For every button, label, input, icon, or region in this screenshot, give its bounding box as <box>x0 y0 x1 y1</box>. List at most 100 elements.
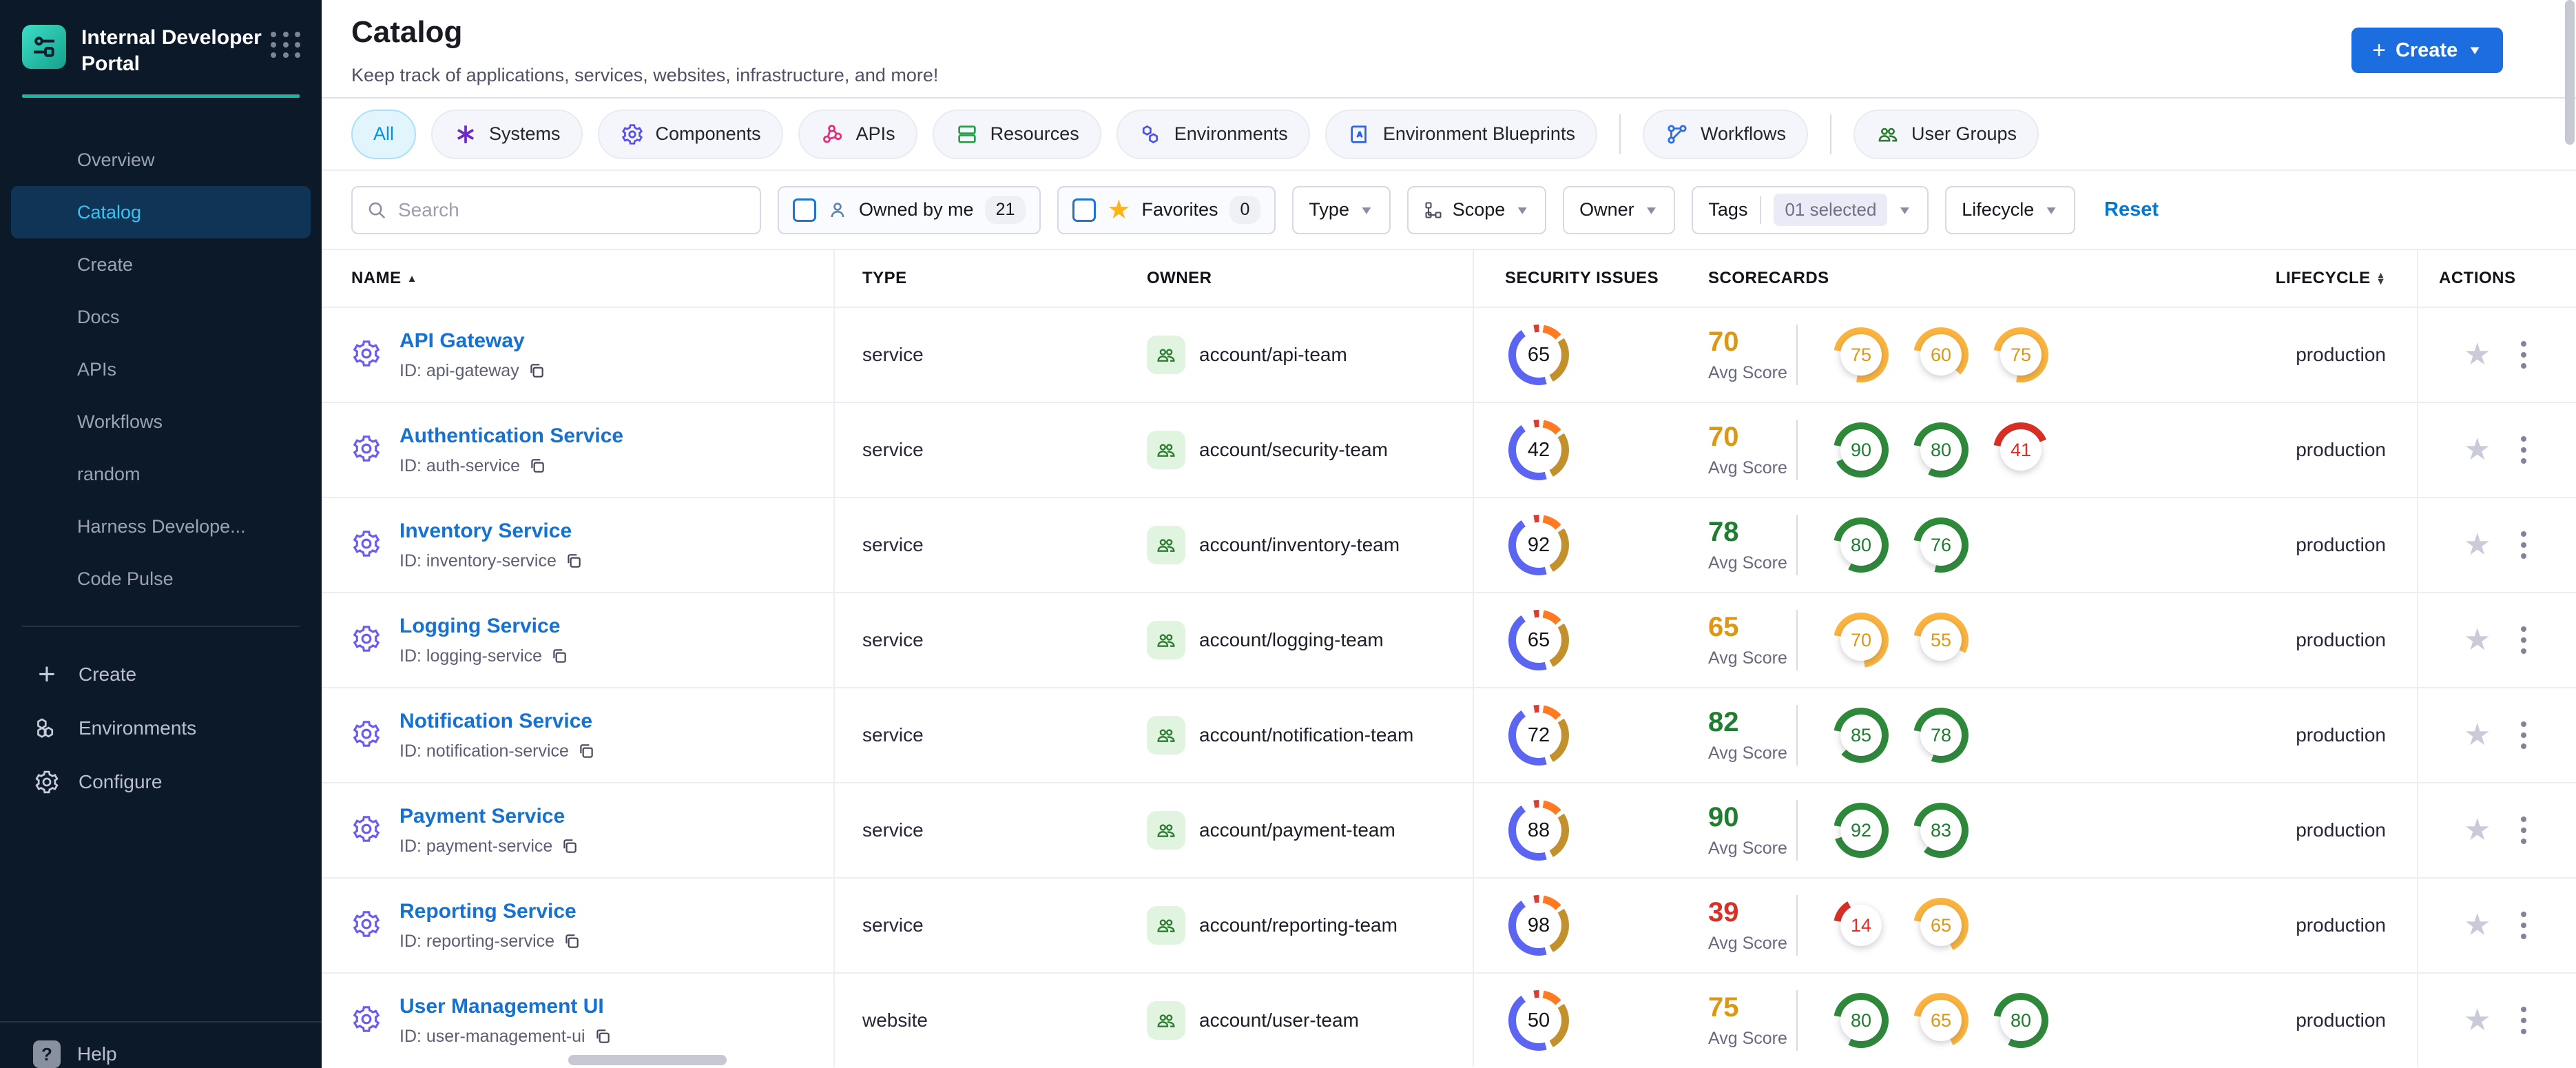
sidebar-bottom-item-create[interactable]: + Create <box>11 648 311 701</box>
scorecard-ring-value: 55 <box>1930 629 1952 650</box>
sidebar-item-harness-develope-[interactable]: Harness Develope... <box>11 500 311 553</box>
tab-components[interactable]: Components <box>597 109 783 159</box>
tab-user-groups[interactable]: User Groups <box>1853 109 2039 159</box>
type-dropdown-label: Type <box>1309 199 1349 220</box>
avg-score-label: Avg Score <box>1708 1029 1787 1048</box>
sidebar-bottom-item-environments[interactable]: Environments <box>11 701 311 755</box>
scorecard-rings: 90 80 41 <box>1834 422 2048 477</box>
sidebar-item-overview[interactable]: Overview <box>11 134 311 186</box>
sidebar-bottom-item-configure[interactable]: Configure <box>11 755 311 809</box>
vertical-scrollbar[interactable] <box>2565 0 2575 145</box>
tab-environments[interactable]: Environments <box>1116 109 1310 159</box>
sidebar-item-help[interactable]: ? Help <box>0 1021 322 1068</box>
favorite-star-icon[interactable]: ★ <box>2464 530 2491 560</box>
sidebar-item-catalog[interactable]: Catalog <box>11 186 311 238</box>
row-menu-icon[interactable] <box>2517 717 2531 753</box>
column-header-owner: OWNER <box>1130 250 1474 307</box>
component-id: ID: user-management-ui <box>399 1026 585 1046</box>
sidebar-item-apis[interactable]: APIs <box>11 343 311 396</box>
tab-environment-blueprints[interactable]: Environment Blueprints <box>1325 109 1597 159</box>
lifecycle-dropdown[interactable]: Lifecycle ▼ <box>1945 185 2076 234</box>
copy-icon[interactable] <box>528 362 546 380</box>
tab-workflows[interactable]: Workflows <box>1642 109 1808 159</box>
tab-systems[interactable]: Systems <box>431 109 583 159</box>
component-name-link[interactable]: User Management UI <box>399 995 604 1018</box>
column-header-name[interactable]: NAME ▲ <box>322 250 835 307</box>
row-menu-icon[interactable] <box>2517 622 2531 658</box>
security-issues-ring: 98 <box>1508 895 1569 956</box>
favorites-filter[interactable]: ★ Favorites 0 <box>1057 185 1276 234</box>
component-name-link[interactable]: Authentication Service <box>399 424 623 447</box>
row-menu-icon[interactable] <box>2517 337 2531 373</box>
favorite-star-icon[interactable]: ★ <box>2464 910 2491 941</box>
sidebar-item-docs[interactable]: Docs <box>11 291 311 343</box>
security-issues-ring: 92 <box>1508 515 1569 575</box>
favorite-star-icon[interactable]: ★ <box>2464 340 2491 370</box>
scorecard-ring-value: 85 <box>1850 724 1872 746</box>
owned-by-me-filter[interactable]: Owned by me 21 <box>778 185 1041 234</box>
sidebar-item-random[interactable]: random <box>11 448 311 500</box>
horizontal-scrollbar[interactable] <box>568 1055 727 1065</box>
component-name-link[interactable]: API Gateway <box>399 329 525 352</box>
copy-icon[interactable] <box>563 932 581 950</box>
row-menu-icon[interactable] <box>2517 812 2531 848</box>
row-menu-icon[interactable] <box>2517 1003 2531 1038</box>
scorecard-ring: 80 <box>1993 993 2048 1048</box>
row-menu-icon[interactable] <box>2517 907 2531 943</box>
security-issues-ring: 42 <box>1508 420 1569 480</box>
row-menu-icon[interactable] <box>2517 432 2531 468</box>
component-name-link[interactable]: Logging Service <box>399 615 560 637</box>
tags-dropdown[interactable]: Tags 01 selected ▼ <box>1692 185 1929 234</box>
scorecard-ring-value: 83 <box>1930 819 1952 841</box>
favorite-star-icon[interactable]: ★ <box>2464 435 2491 465</box>
row-menu-icon[interactable] <box>2517 527 2531 563</box>
component-name-link[interactable]: Notification Service <box>399 710 592 732</box>
tags-separator <box>1760 196 1762 224</box>
copy-icon[interactable] <box>577 742 595 760</box>
page-title: Catalog <box>351 15 463 49</box>
tab-all[interactable]: All <box>351 109 417 159</box>
copy-icon[interactable] <box>594 1027 612 1045</box>
owner-group-icon <box>1147 906 1185 945</box>
apps-grid-icon[interactable] <box>271 32 302 58</box>
create-button[interactable]: + Create ▼ <box>2351 28 2503 73</box>
favorites-checkbox[interactable] <box>1072 198 1097 222</box>
owned-by-me-checkbox[interactable] <box>793 198 816 222</box>
sort-asc-icon: ▲ <box>406 272 418 285</box>
favorite-star-icon[interactable]: ★ <box>2464 1005 2491 1036</box>
scope-dropdown[interactable]: Scope ▼ <box>1406 185 1547 234</box>
page-subtitle: Keep track of applications, services, we… <box>351 65 939 85</box>
search-input[interactable] <box>398 198 746 221</box>
favorite-star-icon[interactable]: ★ <box>2464 720 2491 750</box>
copy-icon[interactable] <box>561 837 579 855</box>
copy-icon[interactable] <box>528 457 546 475</box>
scorecard-divider <box>1796 610 1798 670</box>
scorecard-ring-value: 92 <box>1850 819 1872 841</box>
search-box[interactable] <box>351 185 761 234</box>
favorite-star-icon[interactable]: ★ <box>2464 815 2491 845</box>
component-gear-icon <box>351 338 382 372</box>
scorecard-ring: 83 <box>1913 803 1969 858</box>
type-dropdown[interactable]: Type ▼ <box>1292 185 1391 234</box>
reset-filters-link[interactable]: Reset <box>2104 198 2159 221</box>
owned-by-me-count: 21 <box>984 196 1026 224</box>
copy-icon[interactable] <box>550 647 568 665</box>
scorecard-rings: 75 60 75 <box>1834 327 2048 382</box>
owner-dropdown[interactable]: Owner ▼ <box>1563 185 1676 234</box>
component-name-link[interactable]: Inventory Service <box>399 520 572 542</box>
avg-score-value: 70 <box>1708 327 1739 357</box>
component-name-link[interactable]: Payment Service <box>399 805 565 828</box>
favorite-star-icon[interactable]: ★ <box>2464 625 2491 655</box>
copy-icon[interactable] <box>565 552 583 570</box>
component-name-link[interactable]: Reporting Service <box>399 900 577 923</box>
sidebar-item-create[interactable]: Create <box>11 238 311 291</box>
sidebar-item-workflows[interactable]: Workflows <box>11 396 311 448</box>
tab-resources[interactable]: Resources <box>932 109 1101 159</box>
scorecard-ring-value: 75 <box>1850 344 1872 365</box>
main-content: Catalog Keep track of applications, serv… <box>322 0 2576 1068</box>
catalog-page: Internal Developer Portal Overview Catalo… <box>0 0 2576 1068</box>
column-header-actions: ACTIONS <box>2439 269 2516 287</box>
column-header-lifecycle[interactable]: LIFECYCLE ▲ ▼ <box>2163 250 2418 307</box>
sidebar-item-code-pulse[interactable]: Code Pulse <box>11 553 311 605</box>
tab-apis[interactable]: APIs <box>798 109 917 159</box>
